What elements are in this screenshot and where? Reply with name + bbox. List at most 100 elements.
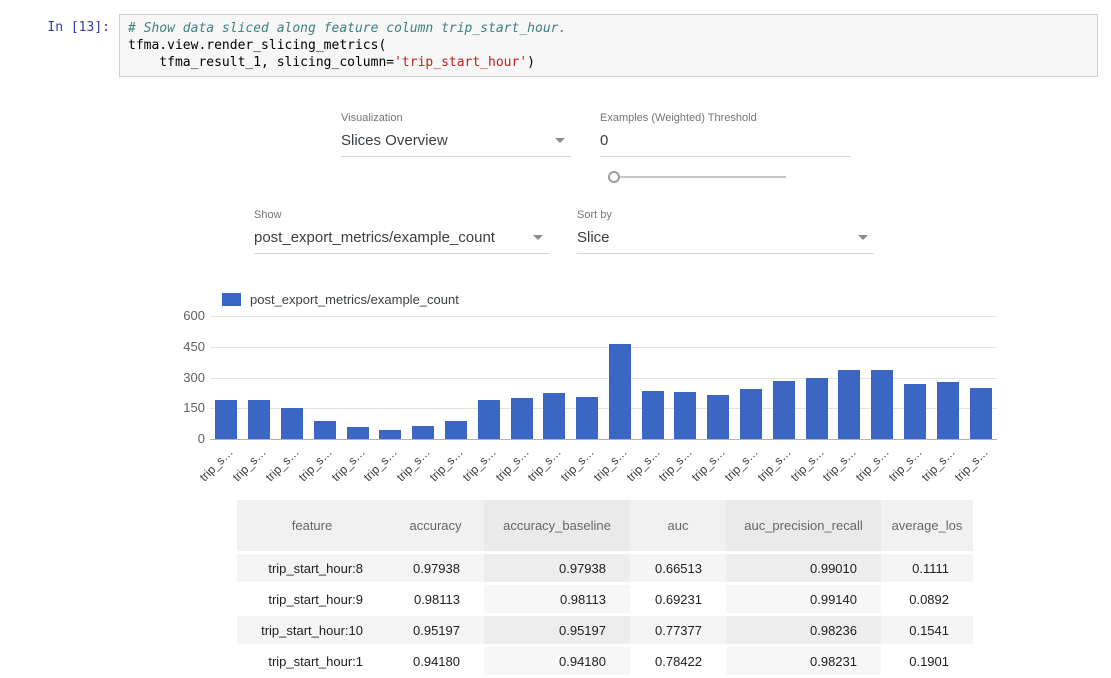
bar[interactable] (445, 421, 467, 439)
bar[interactable] (215, 400, 237, 439)
table-cell: 0.0892 (881, 585, 973, 613)
show-control: Show post_export_metrics/example_count (254, 209, 549, 254)
bar[interactable] (871, 370, 893, 439)
code-line: # Show data sliced along feature column … (128, 20, 1089, 37)
table-row: trip_start_hour:100.951970.951970.773770… (237, 616, 973, 644)
table-row: trip_start_hour:80.979380.979380.665130.… (237, 554, 973, 582)
bar[interactable] (347, 427, 369, 439)
code-token: ) (527, 55, 535, 70)
notebook-code-cell: In [13]: # Show data sliced along featur… (30, 14, 1098, 77)
threshold-value: 0 (600, 132, 608, 149)
y-tick-label: 300 (183, 371, 205, 385)
table-cell: 0.98231 (726, 647, 881, 675)
sort-dropdown[interactable]: Slice (577, 229, 874, 254)
metrics-table-wrap: featureaccuracyaccuracy_baselineaucauc_p… (237, 497, 974, 678)
table-cell: 0.94180 (484, 647, 630, 675)
legend-label: post_export_metrics/example_count (250, 292, 459, 307)
bar[interactable] (707, 395, 729, 439)
cell-prompt: In [13]: (30, 14, 119, 35)
sort-value: Slice (577, 229, 610, 246)
column-header: average_los (881, 500, 973, 551)
table-cell: 0.66513 (630, 554, 726, 582)
show-value: post_export_metrics/example_count (254, 229, 495, 246)
table-cell: 0.98113 (387, 585, 484, 613)
bar[interactable] (248, 400, 270, 439)
chart-plot: trip_s…trip_s…trip_s…trip_s…trip_s…trip_… (210, 316, 997, 439)
code-token: tfma_result_1, slicing_column= (128, 55, 394, 70)
bar[interactable] (970, 388, 992, 439)
metrics-table: featureaccuracyaccuracy_baselineaucauc_p… (237, 497, 973, 678)
gridline (210, 316, 997, 317)
y-axis-labels: 0150300450600 (161, 316, 205, 439)
table-cell: 0.98236 (726, 616, 881, 644)
chart-legend: post_export_metrics/example_count (222, 292, 459, 307)
y-tick-label: 450 (183, 340, 205, 354)
bar[interactable] (379, 430, 401, 439)
slider-handle[interactable] (608, 171, 620, 183)
y-tick-label: 600 (183, 309, 205, 323)
visualization-value: Slices Overview (341, 132, 448, 149)
table-cell: 0.1901 (881, 647, 973, 675)
bar[interactable] (642, 391, 664, 439)
code-line: tfma_result_1, slicing_column='trip_star… (128, 54, 1089, 71)
table-cell: 0.99140 (726, 585, 881, 613)
code-line: tfma.view.render_slicing_metrics( (128, 37, 1089, 54)
bar[interactable] (674, 392, 696, 439)
show-dropdown[interactable]: post_export_metrics/example_count (254, 229, 549, 254)
table-cell: trip_start_hour:10 (237, 616, 387, 644)
visualization-label: Visualization (341, 112, 571, 124)
slider-track[interactable] (608, 176, 786, 178)
column-header: accuracy_baseline (484, 500, 630, 551)
table-cell: trip_start_hour:9 (237, 585, 387, 613)
table-cell: trip_start_hour:1 (237, 647, 387, 675)
table-cell: 0.77377 (630, 616, 726, 644)
threshold-input[interactable]: 0 (600, 132, 850, 157)
gridline (210, 439, 997, 440)
threshold-slider[interactable] (608, 170, 786, 184)
table-cell: 0.1111 (881, 554, 973, 582)
bar[interactable] (478, 400, 500, 439)
table-cell: 0.1541 (881, 616, 973, 644)
chevron-down-icon (858, 235, 868, 240)
table-cell: 0.98113 (484, 585, 630, 613)
bar[interactable] (773, 381, 795, 439)
code-token: tfma.view.render_slicing_metrics( (128, 38, 386, 53)
bar[interactable] (838, 370, 860, 439)
code-editor[interactable]: # Show data sliced along feature column … (119, 14, 1098, 77)
table-header-row: featureaccuracyaccuracy_baselineaucauc_p… (237, 500, 973, 551)
bar[interactable] (740, 389, 762, 439)
bar[interactable] (543, 393, 565, 439)
table-cell: 0.69231 (630, 585, 726, 613)
bar[interactable] (314, 421, 336, 439)
table-cell: 0.78422 (630, 647, 726, 675)
column-header: accuracy (387, 500, 484, 551)
sort-label: Sort by (577, 209, 874, 221)
bar[interactable] (281, 408, 303, 439)
threshold-control: Examples (Weighted) Threshold 0 (600, 112, 850, 157)
column-header: auc (630, 500, 726, 551)
table-cell: 0.94180 (387, 647, 484, 675)
show-label: Show (254, 209, 549, 221)
bar[interactable] (806, 378, 828, 440)
bar[interactable] (511, 398, 533, 439)
bar[interactable] (937, 382, 959, 439)
visualization-dropdown[interactable]: Slices Overview (341, 132, 571, 157)
table-cell: trip_start_hour:8 (237, 554, 387, 582)
bar[interactable] (609, 344, 631, 439)
code-token: 'trip_start_hour' (394, 55, 527, 70)
legend-swatch (222, 293, 241, 306)
table-cell: 0.95197 (387, 616, 484, 644)
table-row: trip_start_hour:10.941800.941800.784220.… (237, 647, 973, 675)
bar[interactable] (576, 397, 598, 439)
table-cell: 0.97938 (484, 554, 630, 582)
chevron-down-icon (533, 235, 543, 240)
table-row: trip_start_hour:90.981130.981130.692310.… (237, 585, 973, 613)
bar[interactable] (904, 384, 926, 439)
chevron-down-icon (555, 138, 565, 143)
gridline (210, 347, 997, 348)
visualization-control: Visualization Slices Overview (341, 112, 571, 157)
threshold-label: Examples (Weighted) Threshold (600, 112, 850, 124)
y-tick-label: 0 (198, 432, 205, 446)
table-cell: 0.97938 (387, 554, 484, 582)
bar[interactable] (412, 426, 434, 439)
